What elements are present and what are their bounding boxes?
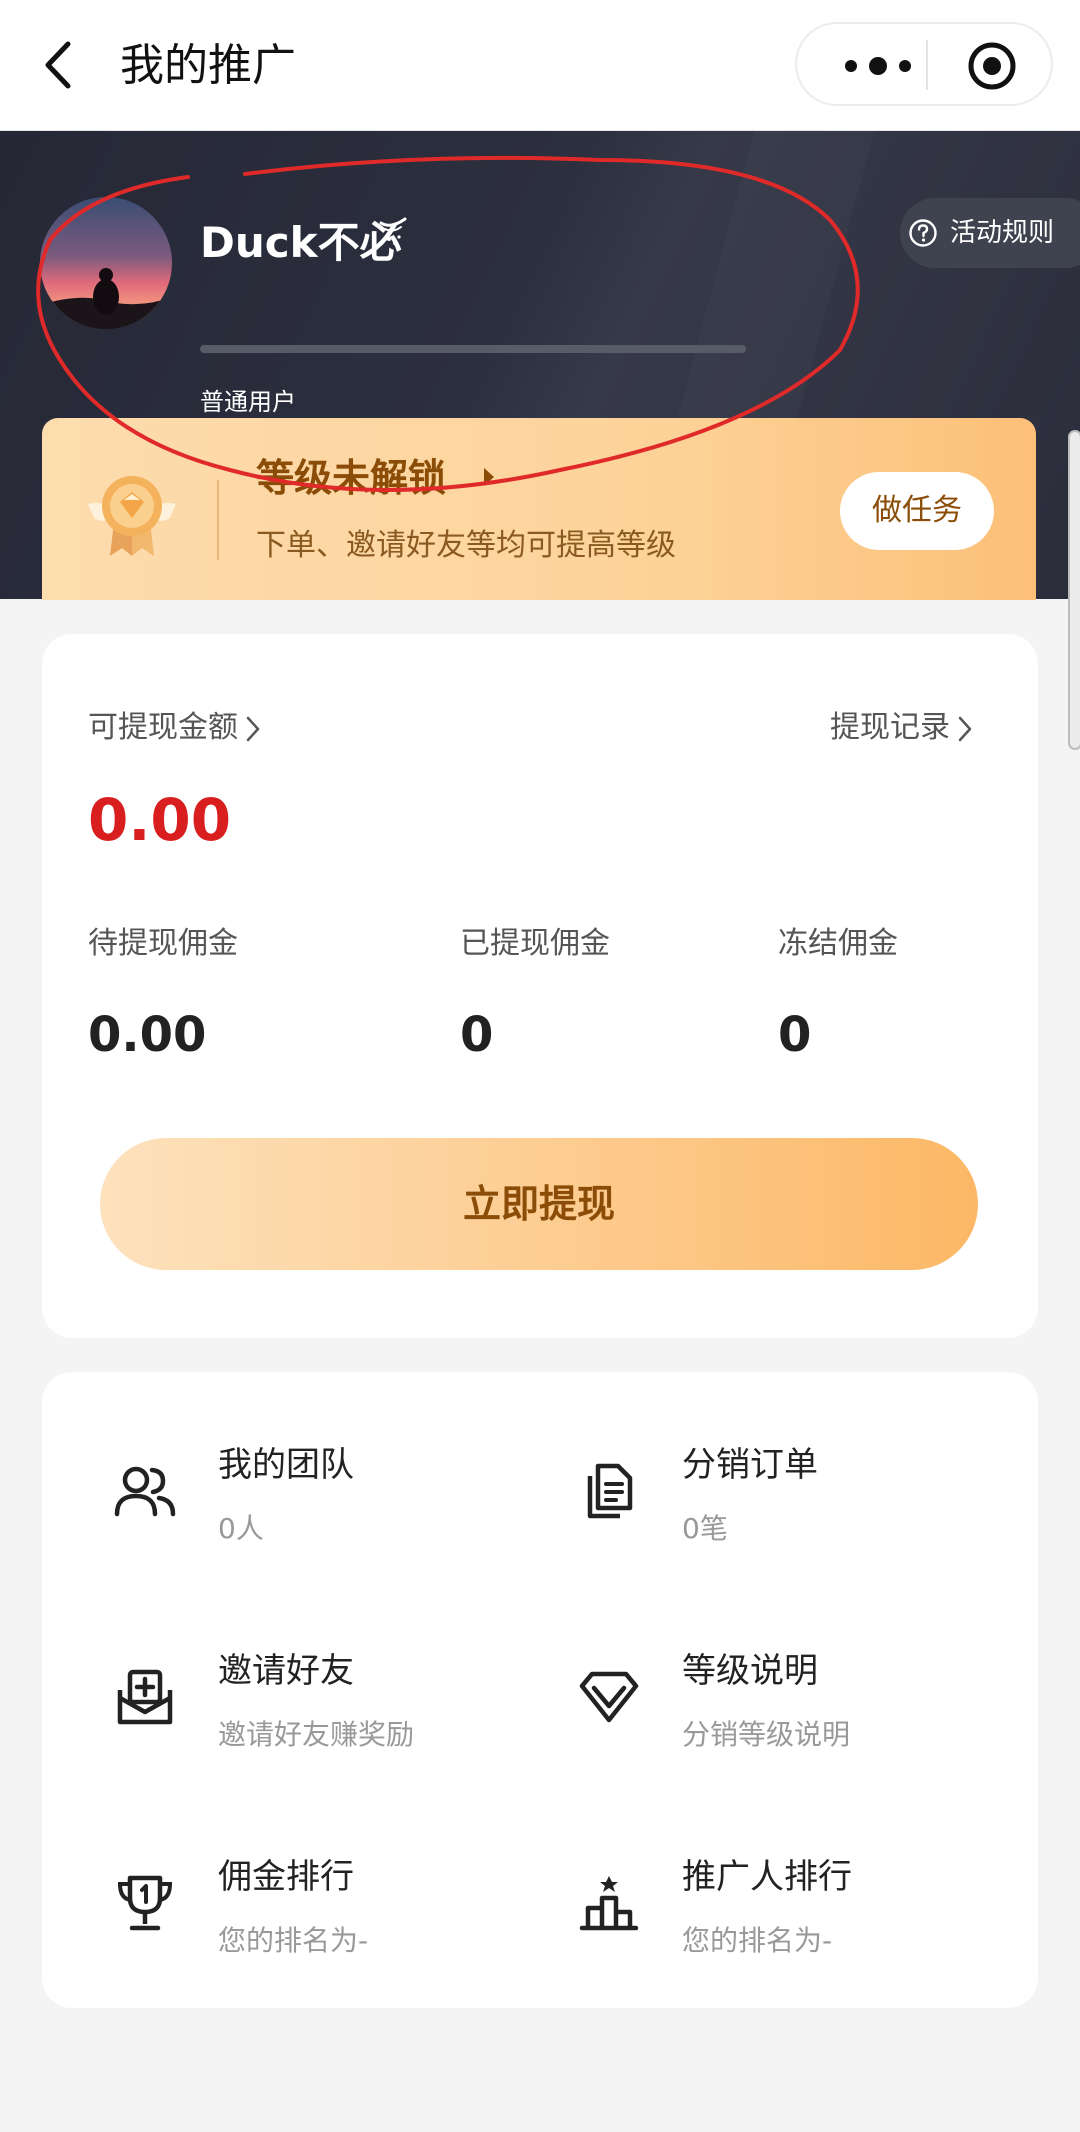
menu-title: 等级说明: [682, 1651, 818, 1691]
menu-item-commission-ranking[interactable]: 佣金排行 您的排名为-: [112, 1854, 552, 1974]
user-level-label: 普通用户: [200, 388, 296, 416]
more-options-icon[interactable]: [833, 52, 923, 80]
menu-subtitle: 您的排名为-: [682, 1924, 833, 1957]
withdrawn-commission-value: 0: [460, 1007, 494, 1063]
feature-menu-card: 我的团队 0人 分销订单 0笔 邀请好友 邀请好友赚奖励 等级说明 分销等级说明…: [42, 1372, 1038, 2008]
podium-icon: [579, 1876, 639, 1931]
menu-item-level-info[interactable]: 等级说明 分销等级说明: [576, 1648, 1016, 1768]
activity-rules-label: 活动规则: [950, 218, 1055, 248]
frozen-commission-label: 冻结佣金: [778, 926, 898, 961]
menu-item-my-team[interactable]: 我的团队 0人: [112, 1442, 552, 1562]
trophy-icon: [117, 1875, 173, 1931]
menu-subtitle: 邀请好友赚奖励: [218, 1718, 415, 1751]
page-title: 我的推广: [120, 40, 296, 91]
activity-rules-button[interactable]: 活动规则: [900, 198, 1080, 268]
withdrawable-amount-label: 可提现金额: [88, 710, 238, 745]
menu-title: 我的团队: [218, 1445, 354, 1485]
withdraw-now-button[interactable]: 立即提现: [100, 1138, 978, 1270]
menu-subtitle: 0笔: [682, 1512, 728, 1545]
level-card: 等级未解锁 下单、邀请好友等均可提高等级 做任务: [42, 418, 1036, 600]
caret-right-icon[interactable]: [482, 466, 496, 488]
invite-mail-icon: [117, 1669, 173, 1725]
menu-title: 邀请好友: [218, 1651, 354, 1691]
withdraw-records-link[interactable]: 提现记录: [830, 708, 972, 748]
capsule-divider: [926, 40, 928, 90]
commission-wallet-card: 可提现金额 提现记录 0.00 待提现佣金 已提现佣金 冻结佣金 0.00 0 …: [42, 634, 1038, 1338]
withdrawable-balance: 0.00: [88, 786, 232, 854]
level-progress-bar: [200, 345, 746, 353]
withdraw-records-label: 提现记录: [830, 710, 950, 745]
navigation-bar: 我的推广: [0, 0, 1080, 131]
pending-commission-label: 待提现佣金: [88, 926, 238, 961]
avatar-image: [40, 197, 172, 329]
level-hint-text: 下单、邀请好友等均可提高等级: [256, 528, 676, 563]
mini-program-capsule: [795, 22, 1053, 106]
menu-subtitle: 您的排名为-: [218, 1924, 369, 1957]
level-status-title[interactable]: 等级未解锁: [256, 452, 446, 504]
team-icon: [114, 1466, 176, 1517]
menu-subtitle: 0人: [218, 1512, 264, 1545]
menu-subtitle: 分销等级说明: [682, 1718, 851, 1751]
frozen-commission-value: 0: [778, 1007, 812, 1063]
chevron-right-icon: [246, 716, 260, 741]
sparkle-icon: [379, 217, 407, 245]
menu-title: 佣金排行: [218, 1857, 354, 1897]
back-arrow-icon[interactable]: [38, 38, 82, 92]
close-program-icon[interactable]: [967, 41, 1017, 91]
diamond-icon: [579, 1671, 639, 1723]
menu-item-distribution-orders[interactable]: 分销订单 0笔: [576, 1442, 1016, 1562]
help-icon: [909, 219, 937, 247]
withdrawable-amount-link[interactable]: 可提现金额: [88, 708, 260, 748]
menu-item-invite-friends[interactable]: 邀请好友 邀请好友赚奖励: [112, 1648, 552, 1768]
level-card-divider: [217, 480, 219, 560]
menu-item-promoter-ranking[interactable]: 推广人排行 您的排名为-: [576, 1854, 1016, 1974]
pending-commission-value: 0.00: [88, 1007, 207, 1063]
chevron-right-icon: [958, 716, 972, 741]
username: Duck不必: [200, 218, 402, 267]
menu-title: 推广人排行: [682, 1857, 852, 1897]
do-task-button[interactable]: 做任务: [840, 472, 994, 550]
menu-title: 分销订单: [682, 1445, 818, 1485]
withdrawn-commission-label: 已提现佣金: [460, 926, 610, 961]
level-medal-icon: [88, 476, 176, 556]
order-document-icon: [587, 1463, 633, 1519]
scrollbar[interactable]: [1068, 430, 1080, 750]
avatar[interactable]: [40, 197, 172, 329]
